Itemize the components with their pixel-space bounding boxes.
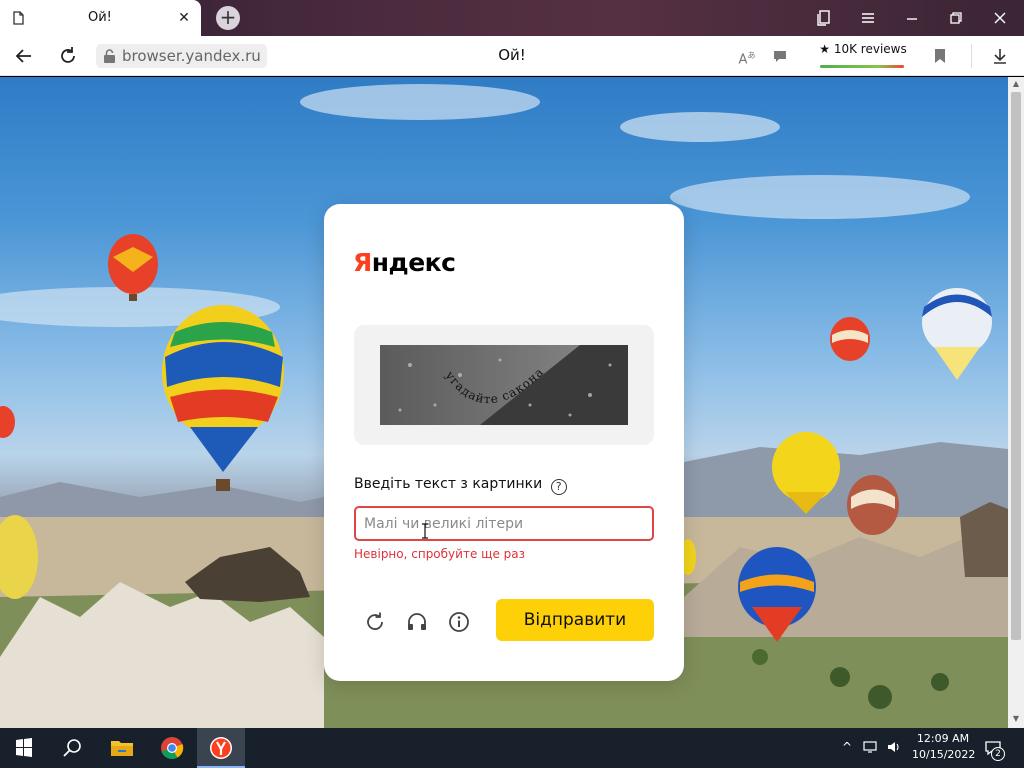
captcha-input[interactable]: [354, 506, 654, 541]
captcha-image: угадайте сакона: [380, 345, 628, 425]
refresh-icon[interactable]: [363, 610, 387, 634]
reviews-label: 10K reviews: [833, 42, 907, 56]
captcha-prompt-label: Введіть текст з картинки: [354, 476, 543, 492]
minimize-icon[interactable]: [902, 8, 922, 28]
yandex-logo-first-letter: Я: [353, 248, 372, 277]
url-field[interactable]: browser.yandex.ru: [96, 44, 267, 68]
menu-icon[interactable]: [858, 8, 878, 28]
bookmark-icon[interactable]: [930, 46, 950, 66]
download-icon[interactable]: [990, 46, 1010, 66]
reviews-widget[interactable]: ★ 10K reviews: [818, 42, 908, 70]
audio-headphones-icon[interactable]: [405, 610, 429, 634]
yandex-logo-rest: ндекс: [371, 248, 456, 277]
notification-count-badge: 2: [991, 747, 1005, 761]
document-icon: [13, 11, 24, 25]
plus-icon[interactable]: +: [216, 6, 240, 30]
clock-date: 10/15/2022: [912, 748, 976, 761]
system-clock[interactable]: 12:09 AM 10/15/2022: [912, 731, 976, 763]
windows-start-icon[interactable]: [0, 728, 48, 768]
text-cursor-icon: [422, 523, 428, 539]
url-text: browser.yandex.ru: [122, 47, 261, 65]
back-arrow-icon[interactable]: [12, 44, 36, 68]
chrome-icon[interactable]: [148, 728, 196, 768]
yandex-browser-taskbar-item[interactable]: [197, 728, 245, 768]
chevron-up-icon[interactable]: ^: [838, 738, 856, 756]
lock-icon[interactable]: [103, 49, 116, 63]
captcha-image-container: угадайте сакона: [354, 325, 654, 445]
tab-title: Ой!: [88, 10, 112, 25]
close-icon[interactable]: ✕: [176, 10, 192, 26]
volume-icon[interactable]: [885, 738, 903, 756]
page-viewport: Яндекс угадайте сакона Введіть текст з к…: [0, 77, 1008, 728]
restore-icon[interactable]: [946, 8, 966, 28]
title-bar: Ой! ✕ +: [0, 0, 1024, 36]
translate-icon[interactable]: Aあ: [737, 46, 757, 67]
info-icon[interactable]: [447, 610, 471, 634]
scroll-down-icon[interactable]: ▼: [1008, 712, 1024, 726]
captcha-card: Яндекс угадайте сакона Введіть текст з к…: [324, 204, 684, 681]
scroll-up-icon[interactable]: ▲: [1008, 77, 1024, 91]
bookmarks-panel-icon[interactable]: [814, 8, 834, 28]
star-icon: ★: [819, 42, 831, 56]
file-explorer-icon[interactable]: [98, 728, 146, 768]
clock-time: 12:09 AM: [916, 732, 970, 745]
toolbar-divider: [971, 44, 972, 68]
address-bar: browser.yandex.ru Ой! Aあ ★ 10K reviews: [0, 36, 1024, 76]
yandex-browser-icon: [210, 737, 232, 759]
error-message: Невірно, спробуйте ще раз: [354, 547, 525, 561]
network-icon[interactable]: [862, 738, 880, 756]
search-icon[interactable]: [48, 728, 96, 768]
submit-button[interactable]: Відправити: [496, 599, 654, 641]
rating-bar: [820, 65, 904, 68]
captcha-prompt: Введіть текст з картинки ?: [354, 476, 567, 495]
reload-icon[interactable]: [56, 44, 80, 68]
tab-active[interactable]: Ой! ✕: [0, 0, 201, 36]
yandex-logo: Яндекс: [353, 248, 456, 277]
comment-icon[interactable]: [770, 46, 790, 66]
help-icon[interactable]: ?: [550, 479, 567, 495]
close-window-icon[interactable]: [990, 8, 1010, 28]
scroll-thumb[interactable]: [1011, 92, 1021, 640]
taskbar: ^ 12:09 AM 10/15/2022 2: [0, 728, 1024, 768]
